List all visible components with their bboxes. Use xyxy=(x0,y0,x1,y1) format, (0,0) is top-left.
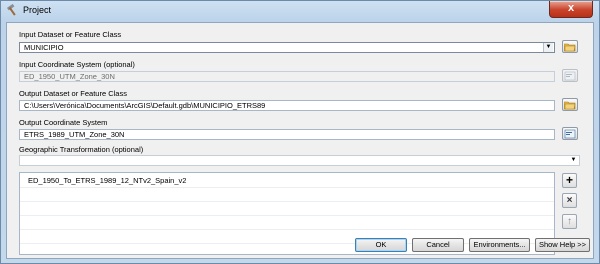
input-dataset-value: MUNICIPIO xyxy=(24,43,64,52)
output-cs-label: Output Coordinate System xyxy=(19,118,108,127)
add-transformation-button[interactable]: + xyxy=(562,173,577,188)
open-folder-icon xyxy=(564,43,576,52)
show-help-button[interactable]: Show Help >> xyxy=(535,238,590,252)
list-item[interactable]: ED_1950_To_ETRS_1989_12_NTv2_Spain_v2 xyxy=(28,176,186,185)
browse-output-button[interactable] xyxy=(562,98,578,111)
output-dataset-field[interactable]: C:\Users\Verónica\Documents\ArcGIS\Defau… xyxy=(19,100,555,111)
output-cs-properties-button[interactable] xyxy=(562,127,578,140)
remove-transformation-button[interactable]: × xyxy=(562,193,577,208)
geo-transform-dropdown[interactable]: ▼ xyxy=(19,155,580,166)
geo-transform-label: Geographic Transformation (optional) xyxy=(19,145,144,154)
browse-input-button[interactable] xyxy=(562,40,578,53)
window-title: Project xyxy=(23,5,52,15)
move-up-button[interactable]: ↑ xyxy=(562,214,577,229)
input-cs-properties-button xyxy=(562,69,578,82)
hammer-icon xyxy=(6,3,19,17)
title-bar[interactable]: Project x xyxy=(1,1,599,21)
input-dataset-label: Input Dataset or Feature Class xyxy=(19,30,122,39)
chevron-down-icon[interactable]: ▼ xyxy=(543,43,553,52)
open-folder-icon xyxy=(564,101,576,110)
close-button[interactable]: x xyxy=(549,1,593,18)
input-dataset-dropdown[interactable]: MUNICIPIO ▼ xyxy=(19,42,555,53)
output-cs-field[interactable]: ETRS_1989_UTM_Zone_30N xyxy=(19,129,555,140)
properties-icon xyxy=(564,129,576,139)
environments-button[interactable]: Environments... xyxy=(469,238,530,252)
input-cs-field: ED_1950_UTM_Zone_30N xyxy=(19,71,555,82)
dialog-body: Input Dataset or Feature Class MUNICIPIO… xyxy=(6,22,594,259)
input-cs-label: Input Coordinate System (optional) xyxy=(19,60,135,69)
ok-button[interactable]: OK xyxy=(355,238,407,252)
properties-icon xyxy=(564,71,576,81)
chevron-down-icon[interactable]: ▼ xyxy=(569,156,578,165)
cancel-button[interactable]: Cancel xyxy=(412,238,464,252)
output-dataset-label: Output Dataset or Feature Class xyxy=(19,89,127,98)
project-dialog: Project x Input Dataset or Feature Class… xyxy=(0,0,600,264)
